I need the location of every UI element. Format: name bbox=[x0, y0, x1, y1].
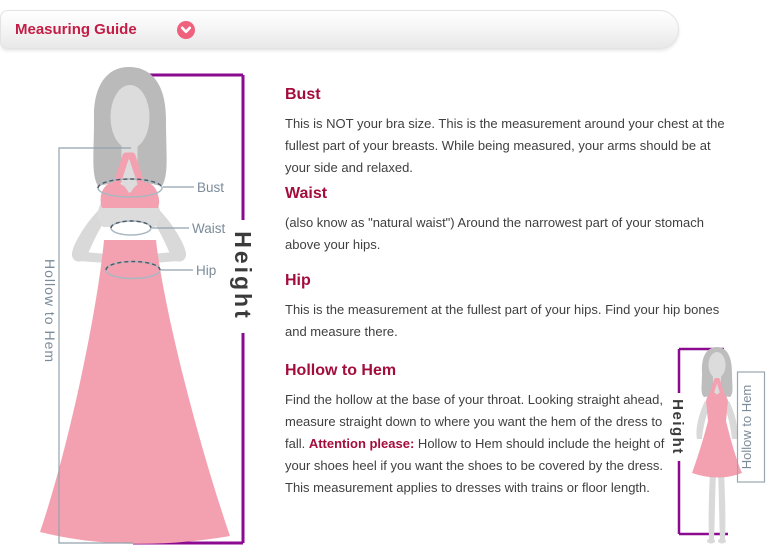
bust-label: Bust bbox=[197, 180, 224, 195]
dress-skirt bbox=[40, 240, 230, 544]
woman-figure bbox=[40, 67, 230, 544]
section-heading-waist: Waist bbox=[285, 185, 737, 203]
section-heading-bust: Bust bbox=[285, 86, 737, 104]
section-body-hollow-to-hem: Find the hollow at the base of your thro… bbox=[285, 389, 677, 499]
hollow-to-hem-label: Hollow to Hem bbox=[42, 259, 58, 363]
waist-label: Waist bbox=[192, 221, 225, 236]
attention-label: Attention please: bbox=[309, 436, 414, 451]
height-label-small: Height bbox=[669, 399, 686, 455]
measuring-guide-page: Measuring Guide bbox=[0, 0, 778, 553]
section-body-bust: This is NOT your bra size. This is the m… bbox=[285, 113, 727, 179]
chevron-down-icon[interactable] bbox=[177, 21, 195, 39]
measurement-diagram-large: Bust Waist Hip Hollow to Hem Height bbox=[0, 55, 280, 553]
hollow-to-hem-label-small: Hollow to Hem bbox=[739, 385, 754, 470]
section-heading-hip: Hip bbox=[285, 272, 737, 290]
height-label: Height bbox=[230, 231, 256, 321]
hip-label: Hip bbox=[196, 263, 216, 278]
page-title: Measuring Guide bbox=[15, 11, 137, 48]
section-hip: Hip This is the measurement at the fulle… bbox=[285, 272, 737, 343]
section-body-waist: (also know as "natural waist") Around th… bbox=[285, 212, 727, 256]
section-bust: Bust This is NOT your bra size. This is … bbox=[285, 86, 737, 179]
measuring-guide-header[interactable]: Measuring Guide bbox=[0, 10, 679, 49]
section-waist: Waist (also know as "natural waist") Aro… bbox=[285, 185, 737, 256]
woman-figure-small bbox=[692, 347, 742, 544]
measurement-diagram-small: Hollow to Hem Height bbox=[660, 335, 778, 553]
